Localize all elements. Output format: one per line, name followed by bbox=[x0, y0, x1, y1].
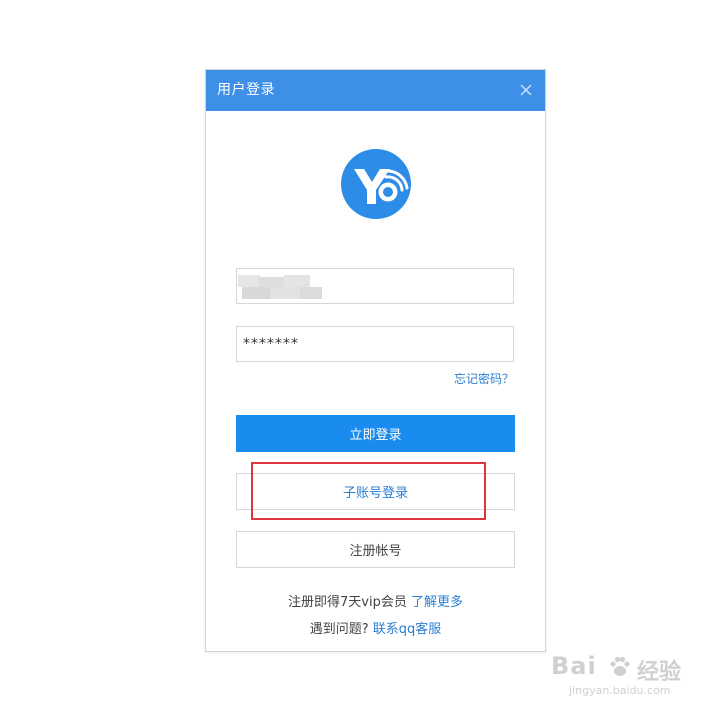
help-text: 遇到问题? bbox=[309, 622, 369, 637]
promo-line: 注册即得7天vip会员 了解更多 bbox=[206, 591, 545, 610]
close-icon bbox=[520, 84, 532, 96]
login-dialog: 用户登录 ******* 忘记密码？ 立即登录 子账号登录 注册帐号 注册即得7… bbox=[205, 69, 546, 652]
help-line: 遇到问题? 联系qq客服 bbox=[206, 618, 545, 637]
login-button[interactable]: 立即登录 bbox=[236, 415, 515, 452]
watermark-url: jingyan.baidu.com bbox=[569, 684, 671, 697]
watermark-brand: Bai bbox=[551, 652, 597, 680]
subaccount-login-button[interactable]: 子账号登录 bbox=[236, 473, 515, 510]
paw-icon bbox=[610, 656, 630, 676]
forgot-password-link[interactable]: 忘记密码？ bbox=[454, 370, 514, 387]
app-logo-icon bbox=[341, 149, 411, 219]
password-input[interactable] bbox=[236, 326, 514, 362]
dialog-titlebar: 用户登录 bbox=[206, 70, 545, 111]
promo-text: 注册即得7天vip会员 bbox=[288, 595, 407, 610]
dialog-title: 用户登录 bbox=[217, 82, 275, 98]
screenshot-stage: 用户登录 ******* 忘记密码？ 立即登录 子账号登录 注册帐号 注册即得7… bbox=[0, 0, 718, 716]
close-button[interactable] bbox=[517, 81, 535, 99]
register-button[interactable]: 注册帐号 bbox=[236, 531, 515, 568]
watermark-brand-cn: 经验 bbox=[637, 660, 682, 685]
baidu-watermark: Bai 经验 jingyan.baidu.com bbox=[551, 652, 711, 710]
app-logo bbox=[341, 149, 411, 219]
learn-more-link[interactable]: 了解更多 bbox=[411, 595, 463, 610]
contact-qq-link[interactable]: 联系qq客服 bbox=[373, 622, 442, 637]
username-input[interactable] bbox=[236, 268, 514, 304]
